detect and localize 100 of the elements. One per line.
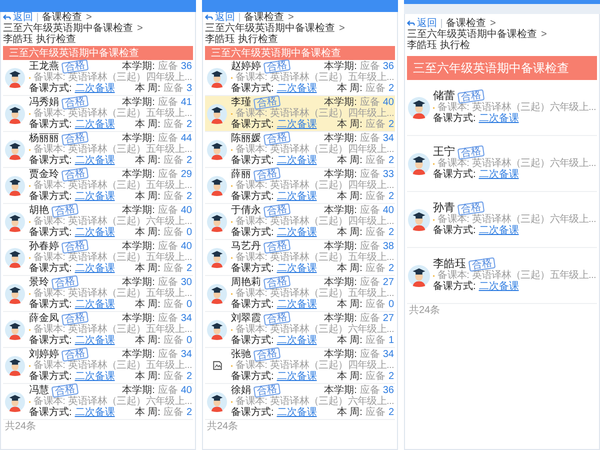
week-prefix: 应备: [163, 299, 184, 310]
method-label: 备课方式:: [433, 281, 476, 292]
back-link[interactable]: 返回: [205, 12, 235, 23]
teacher-row[interactable]: 薛金凤 合格 本学期: 应备 34 备课本: 英语译林（三起）五年级上... 备课方式: 二次备课 本 周: 应备 0: [3, 312, 193, 348]
term-prefix: 应备: [158, 205, 178, 216]
teacher-name: 王龙燕: [29, 61, 59, 72]
method-link[interactable]: 二次备课: [478, 113, 519, 124]
section-title: 三至六年级英语期中备课检查: [3, 46, 193, 60]
course-label: 备课本:: [34, 180, 66, 191]
term-prefix: 应备: [360, 241, 380, 252]
teacher-row[interactable]: 赵婷婷 合格 本学期: 应备 36 备课本: 英语译林（三起）五年级上... 备课方式: 二次备课 本 周: 应备 2: [205, 60, 395, 96]
term-label: 本学期:: [324, 97, 357, 108]
week-label: 本 周:: [336, 263, 362, 274]
teacher-row[interactable]: 杨丽丽 合格 本学期: 应备 44 备课本: 英语译林（三起）五年级上... 备课方式: 二次备课 本 周: 应备 2: [3, 132, 193, 168]
method-link[interactable]: 二次备课: [478, 225, 519, 236]
method-link[interactable]: 二次备课: [74, 119, 115, 130]
method-link[interactable]: 二次备课: [276, 407, 317, 418]
method-link[interactable]: 二次备课: [276, 227, 317, 238]
week-prefix: 应备: [365, 227, 386, 238]
teacher-row[interactable]: 刘婷婷 合格 本学期: 应备 34 备课本: 英语译林（三起）五年级上... 备课方式: 二次备课 本 周: 应备 2: [3, 348, 193, 384]
teacher-row[interactable]: 徐娟 合格 本学期: 应备 36 备课本: 英语译林（三起）六年级上... 备课方式: 二次备课 本 周: 应备 2: [205, 384, 395, 420]
method-link[interactable]: 二次备课: [276, 299, 317, 310]
term-count: 44: [180, 133, 192, 144]
teacher-row[interactable]: 胡艳 合格 本学期: 应备 40 备课本: 英语译林（三起）六年级上... 备课方式: 二次备课 本 周: 应备 0: [3, 204, 193, 240]
method-label: 备课方式:: [29, 263, 72, 274]
teacher-name: 张驰: [231, 349, 251, 360]
week-prefix: 应备: [365, 407, 386, 418]
method-label: 备课方式:: [231, 191, 274, 202]
week-label: 本 周:: [336, 83, 362, 94]
teacher-row[interactable]: 李瑾 合格 本学期: 应备 40 备课本: 英语译林（三起）四年级上... 备课方式: 二次备课 本 周: 应备 2: [205, 96, 395, 132]
method-link[interactable]: 二次备课: [74, 155, 115, 166]
method-link[interactable]: 二次备课: [276, 371, 317, 382]
breadcrumb-item[interactable]: 三至六年级英语期中备课检查: [205, 23, 335, 34]
method-link[interactable]: 二次备课: [74, 191, 115, 202]
teacher-row[interactable]: 张驰 合格 本学期: 应备 34 备课本: 英语译林（三起）四年级上... 备课方式: 二次备课 本 周: 应备 2: [205, 348, 395, 384]
teacher-row[interactable]: 刘翠霞 合格 本学期: 应备 27 备课本: 英语译林（三起）六年级上... 备课方式: 二次备课 本 周: 应备 1: [205, 312, 395, 348]
course-label: 备课本:: [34, 396, 66, 407]
method-link[interactable]: 二次备课: [74, 371, 115, 382]
back-link[interactable]: 返回: [3, 12, 33, 23]
back-link[interactable]: 返回: [407, 18, 437, 29]
teacher-row[interactable]: 王龙燕 合格 本学期: 应备 36 备课本: 英语译林（三起）四年级上... 备课方式: 二次备课 本 周: 应备 3: [3, 60, 193, 96]
method-link[interactable]: 二次备课: [276, 263, 317, 274]
teacher-row[interactable]: 陈丽媛 合格 本学期: 应备 34 备课本: 英语译林（三起）四年级上... 备课方式: 二次备课 本 周: 应备 2: [205, 132, 395, 168]
course-name: 英语译林（三起）五年级上...: [270, 252, 394, 263]
term-label: 本学期:: [324, 241, 357, 252]
course-label: 备课本:: [34, 288, 66, 299]
breadcrumb-separator: >: [137, 23, 143, 34]
term-count: 38: [382, 241, 394, 252]
method-link[interactable]: 二次备课: [74, 83, 115, 94]
breadcrumb-item[interactable]: 备课检查: [446, 18, 486, 29]
method-link[interactable]: 二次备课: [276, 155, 317, 166]
term-count: 36: [382, 385, 394, 396]
teacher-row[interactable]: 冯秀娟 合格 本学期: 应备 41 备课本: 英语译林（三起）五年级上... 备课方式: 二次备课 本 周: 应备 2: [3, 96, 193, 132]
week-prefix: 应备: [365, 155, 386, 166]
course-label: 备课本:: [236, 180, 268, 191]
method-link[interactable]: 二次备课: [276, 119, 317, 130]
term-prefix: 应备: [360, 205, 380, 216]
teacher-row[interactable]: 周艳莉 合格 本学期: 应备 27 备课本: 英语译林（三起）五年级上... 备课方式: 二次备课 本 周: 应备 0: [205, 276, 395, 312]
method-link[interactable]: 二次备课: [276, 335, 317, 346]
method-link[interactable]: 二次备课: [74, 335, 115, 346]
term-prefix: 应备: [360, 349, 380, 360]
course-label: 备课本:: [34, 216, 66, 227]
method-link[interactable]: 二次备课: [276, 191, 317, 202]
teacher-name: 冯秀娟: [29, 97, 59, 108]
teacher-row[interactable]: 孙春婷 合格 本学期: 应备 40 备课本: 英语译林（三起）五年级上... 备课方式: 二次备课 本 周: 应备 2: [3, 240, 193, 276]
week-count: 2: [186, 191, 192, 202]
course-name: 英语译林（三起）五年级上...: [270, 288, 394, 299]
method-link[interactable]: 二次备课: [74, 263, 115, 274]
method-link[interactable]: 二次备课: [74, 299, 115, 310]
week-prefix: 应备: [163, 263, 184, 274]
week-prefix: 应备: [365, 191, 386, 202]
breadcrumb-item[interactable]: 三至六年级英语期中备课检查: [3, 23, 133, 34]
breadcrumb-item: 李皓珏 执行检查: [3, 34, 76, 45]
breadcrumb-item[interactable]: 备课检查: [244, 12, 284, 23]
method-link[interactable]: 二次备课: [74, 407, 115, 418]
teacher-row[interactable]: 薛丽 合格 本学期: 应备 33 备课本: 英语译林（三起）四年级上... 备课方式: 二次备课 本 周: 应备 2: [205, 168, 395, 204]
teacher-row[interactable]: 于倩永 合格 本学期: 应备 40 备课本: 英语译林（三起）四年级上... 备课方式: 二次备课 本 周: 应备 2: [205, 204, 395, 240]
term-label: 本学期:: [122, 277, 155, 288]
teacher-name: 薛金凤: [29, 313, 59, 324]
breadcrumb-item[interactable]: 三至六年级英语期中备课检查: [407, 29, 537, 40]
term-count: 34: [180, 349, 192, 360]
teacher-row[interactable]: 贾金玲 合格 本学期: 应备 29 备课本: 英语译林（三起）五年级上... 备课方式: 二次备课 本 周: 应备 2: [3, 168, 193, 204]
method-link[interactable]: 二次备课: [276, 83, 317, 94]
term-count: 29: [180, 169, 192, 180]
method-link[interactable]: 二次备课: [478, 281, 519, 292]
teacher-row[interactable]: 景玲 合格 本学期: 应备 30 备课本: 英语译林（三起）五年级上... 备课方式: 二次备课 本 周: 应备 0: [3, 276, 193, 312]
method-link[interactable]: 二次备课: [478, 169, 519, 180]
term-count: 40: [382, 205, 394, 216]
week-count: 0: [388, 299, 394, 310]
breadcrumb-item[interactable]: 备课检查: [42, 12, 82, 23]
course-label: 备课本:: [236, 252, 268, 263]
breadcrumb-separator: >: [288, 12, 294, 23]
teacher-row[interactable]: 冯慧 合格 本学期: 应备 40 备课本: 英语译林（三起）六年级上... 备课方式: 二次备课 本 周: 应备 2: [3, 384, 193, 420]
method-link[interactable]: 二次备课: [74, 227, 115, 238]
week-label: 本 周:: [336, 299, 362, 310]
term-prefix: 应备: [360, 169, 380, 180]
course-name: 英语译林（三起）五年级上...: [472, 270, 596, 281]
course-label: 备课本:: [236, 72, 268, 83]
teacher-row[interactable]: 马艺丹 合格 本学期: 应备 38 备课本: 英语译林（三起）五年级上... 备课方式: 二次备课 本 周: 应备 2: [205, 240, 395, 276]
term-label: 本学期:: [324, 349, 357, 360]
